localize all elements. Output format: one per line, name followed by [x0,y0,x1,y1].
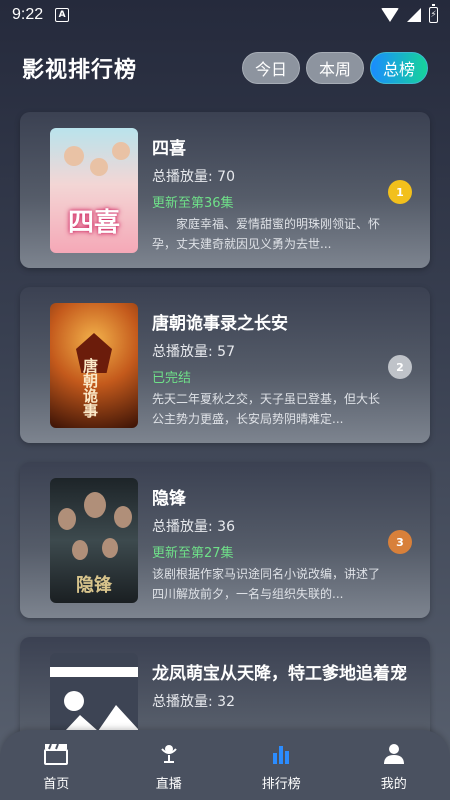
microphone-icon [160,744,177,763]
nav-label: 排行榜 [261,776,301,792]
poster-title: 隐锋 [76,575,112,596]
play-count: 总播放量: 70 [152,169,235,185]
ranking-card[interactable]: 唐朝诡事 唐朝诡事录之长安 总播放量: 57 已完结 先天二年夏秋之交，天子虽已… [20,287,430,443]
bottom-nav: 首页 直播 排行榜 我的 [0,730,450,800]
item-description: 该剧根据作家马识途同名小说改编，讲述了四川解放前夕，一名与组织失联的... [152,567,381,601]
tab-week[interactable]: 本周 [305,52,364,84]
item-title: 隐锋 [152,489,186,509]
item-title: 四喜 [152,139,186,159]
item-title: 唐朝诡事录之长安 [152,314,288,334]
page-title: 影视排行榜 [22,58,138,83]
nav-item-live[interactable]: 直播 [113,730,226,800]
rank-badge: 2 [388,355,412,379]
ranking-card[interactable]: 四喜 四喜 总播放量: 70 更新至第36集 家庭幸福、爱情甜蜜的明珠刚领证、怀… [20,112,430,268]
poster-title: 四喜 [67,208,120,238]
play-count: 总播放量: 36 [152,519,235,535]
nav-item-home[interactable]: 首页 [0,730,113,800]
update-status: 更新至第27集 [152,546,234,561]
nav-item-profile[interactable]: 我的 [338,730,450,800]
item-description: 先天二年夏秋之交，天子虽已登基，但大长公主势力更盛，长安局势阴晴难定... [152,392,381,426]
rank-badge: 1 [388,180,412,204]
status-time: 9:22 [12,6,44,23]
period-tabs: 今日 本周 总榜 [241,52,428,84]
tab-all-time[interactable]: 总榜 [369,52,428,84]
user-icon [383,743,404,764]
tab-today[interactable]: 今日 [241,52,300,84]
poster-title: 唐朝诡事 [81,358,99,418]
play-count: 总播放量: 32 [152,694,235,710]
wifi-icon [381,8,399,22]
play-count: 总播放量: 57 [152,344,235,360]
status-icons: ⚡ [381,4,438,23]
nav-item-ranking[interactable]: 排行榜 [225,730,338,800]
poster-image: 唐朝诡事 [50,303,138,428]
bar-chart-icon [273,745,290,764]
notification-a-icon: A [55,8,70,22]
nav-label: 首页 [43,776,70,792]
header: 影视排行榜 今日 本周 总榜 [0,46,450,90]
nav-label: 直播 [155,776,182,792]
clapperboard-icon [44,743,69,765]
update-status: 已完结 [152,371,192,386]
item-description: 家庭幸福、爱情甜蜜的明珠刚领证、怀孕，丈夫建奇就因见义勇为去世... [152,217,381,251]
status-bar: 9:22 A ⚡ [0,0,450,30]
ranking-card[interactable]: 隐锋 隐锋 总播放量: 36 更新至第27集 该剧根据作家马识途同名小说改编，讲… [20,462,430,618]
update-status: 更新至第36集 [152,196,234,211]
rank-badge: 3 [388,530,412,554]
signal-icon [407,8,421,22]
item-title: 龙凤萌宝从天降，特工爹地追着宠 [152,664,407,684]
nav-label: 我的 [380,776,407,792]
poster-image: 隐锋 [50,478,138,603]
battery-charging-icon: ⚡ [429,4,438,23]
poster-image: 四喜 [50,128,138,253]
